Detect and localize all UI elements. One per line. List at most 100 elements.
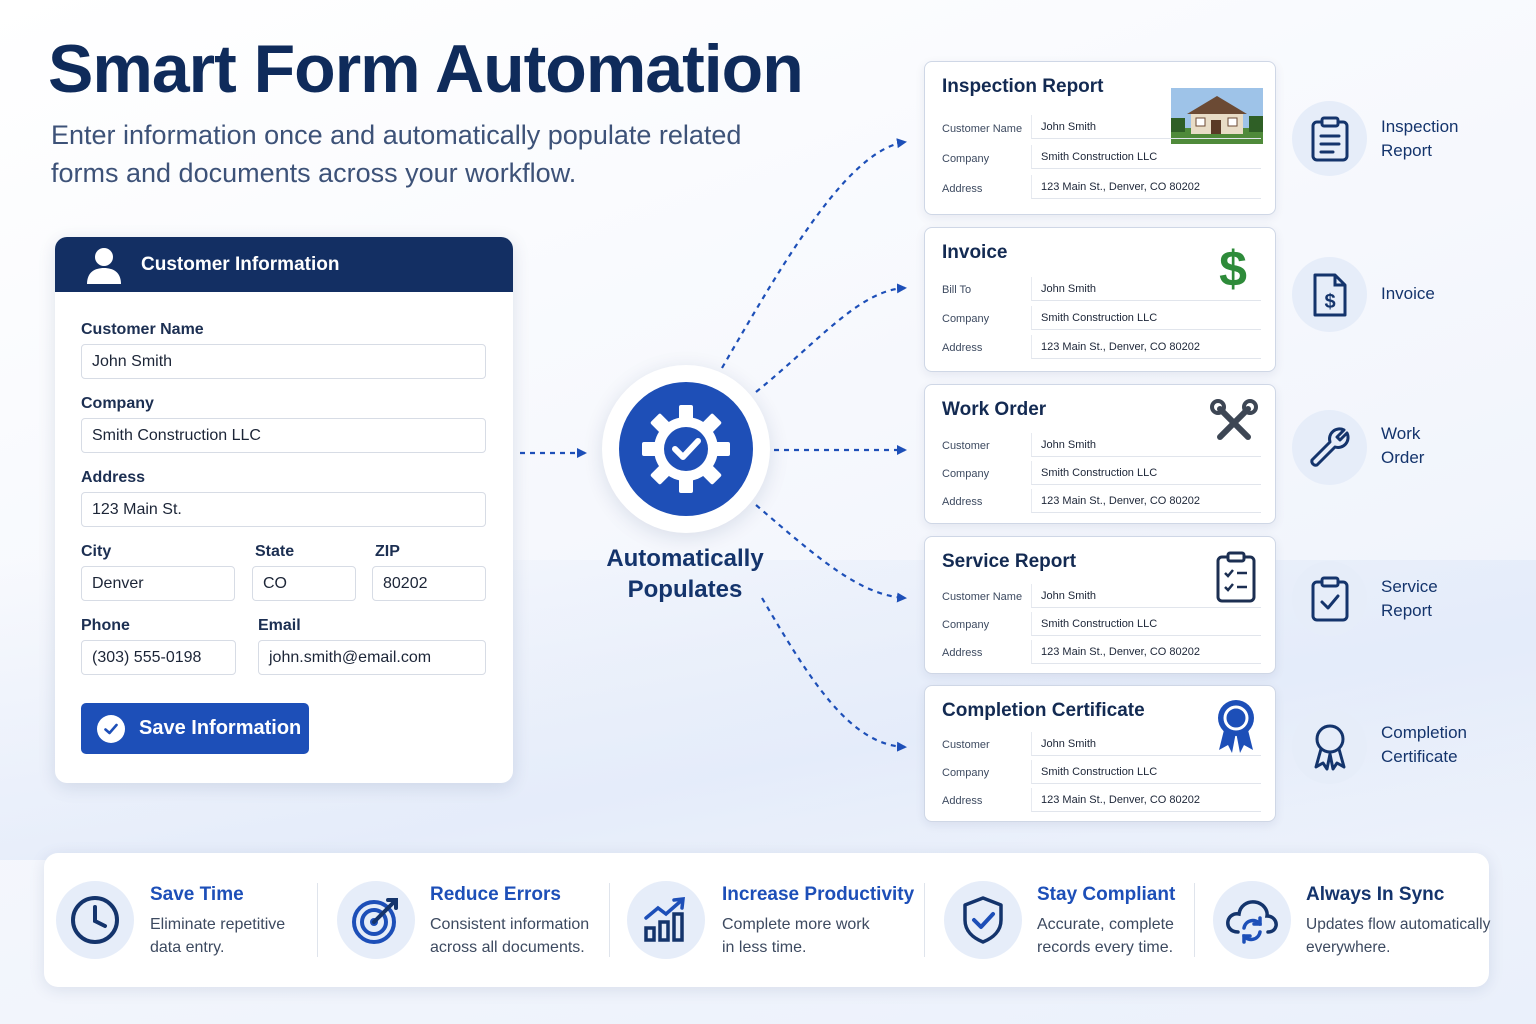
doc-row-label: Customer Name <box>942 123 1023 135</box>
doc-row-value: John Smith <box>1031 115 1261 139</box>
clock-icon-wrap <box>56 881 134 959</box>
email-input[interactable]: john.smith@email.com <box>258 640 486 675</box>
doc-row-label: Address <box>942 342 983 354</box>
side-label-invoice: Invoice <box>1381 282 1511 306</box>
doc-title: Invoice <box>942 242 1008 263</box>
benefit-title: Reduce Errors <box>430 884 561 905</box>
cloud-sync-icon <box>1226 900 1278 944</box>
doc-row-value: John Smith <box>1031 433 1261 457</box>
customer-name-input[interactable]: John Smith <box>81 344 486 379</box>
benefit-desc-line1: Updates flow automatically <box>1306 916 1491 933</box>
company-input[interactable]: Smith Construction LLC <box>81 418 486 453</box>
save-button-label: Save Information <box>139 717 302 739</box>
page-title: Smart Form Automation <box>48 31 804 107</box>
doc-row-value: 123 Main St., Denver, CO 80202 <box>1031 788 1261 812</box>
doc-row-value: Smith Construction LLC <box>1031 612 1261 636</box>
side-label-line2: Report <box>1381 141 1433 160</box>
doc-card-invoice[interactable]: Invoice $ Bill To John Smith Company Smi… <box>924 227 1276 372</box>
doc-row-value: John Smith <box>1031 584 1261 608</box>
phone-label: Phone <box>81 617 130 634</box>
wrench-icon <box>1309 426 1350 467</box>
benefit-stay-compliant: Stay Compliant Accurate, complete record… <box>944 853 1194 987</box>
benefit-title: Increase Productivity <box>722 884 915 905</box>
hub-label-line2: Populates <box>627 576 743 603</box>
side-label-line1: Work <box>1381 424 1421 443</box>
doc-card-work-order[interactable]: Work Order Customer John Smith Company S… <box>924 384 1276 524</box>
svg-text:$: $ <box>1324 291 1335 313</box>
zip-input[interactable]: 80202 <box>372 566 486 601</box>
shield-check-icon <box>963 896 1003 944</box>
clock-icon <box>71 896 119 944</box>
doc-row-label: Address <box>942 496 983 508</box>
benefit-desc-line2: records every time. <box>1037 939 1174 956</box>
email-label: Email <box>258 617 301 634</box>
doc-row-label: Company <box>942 767 990 779</box>
customer-name-label: Customer Name <box>81 321 204 338</box>
doc-row-label: Address <box>942 647 983 659</box>
side-label-completion-certificate: Completion Certificate <box>1381 721 1511 769</box>
doc-row-label: Customer Name <box>942 591 1023 603</box>
benefit-reduce-errors: Reduce Errors Consistent information acr… <box>337 853 607 987</box>
benefits-bar: Save Time Eliminate repetitive data entr… <box>44 853 1491 987</box>
hub-label-line1: Automatically <box>606 545 764 572</box>
city-input[interactable]: Denver <box>81 566 235 601</box>
divider <box>924 883 925 957</box>
doc-row-label: Customer <box>942 739 990 751</box>
doc-row-label: Company <box>942 153 990 165</box>
growth-chart-icon <box>644 897 685 942</box>
doc-title: Work Order <box>942 399 1047 420</box>
address-label: Address <box>81 469 146 486</box>
doc-title: Inspection Report <box>942 76 1104 97</box>
save-information-button[interactable]: Save Information <box>81 703 309 754</box>
doc-row-value: 123 Main St., Denver, CO 80202 <box>1031 335 1261 359</box>
customer-information-card: Customer Information Customer Name John … <box>55 237 513 783</box>
benefit-desc-line2: everywhere. <box>1306 939 1391 956</box>
gear-check-icon <box>642 405 730 493</box>
doc-row-value: John Smith <box>1031 277 1261 301</box>
divider <box>317 883 318 957</box>
benefit-desc-line1: Eliminate repetitive <box>150 916 286 933</box>
phone-input[interactable]: (303) 555-0198 <box>81 640 236 675</box>
benefit-desc-line2: data entry. <box>150 939 225 956</box>
doc-row-label: Address <box>942 795 983 807</box>
doc-row-label: Bill To <box>942 284 972 296</box>
doc-card-completion-certificate[interactable]: Completion Certificate Customer John Smi… <box>924 685 1276 822</box>
benefit-description: Consistent information across all docume… <box>430 913 610 959</box>
benefit-desc-line1: Complete more work <box>722 916 870 933</box>
check-icon <box>97 714 125 743</box>
side-label-line2: Order <box>1381 448 1425 467</box>
address-input[interactable]: 123 Main St. <box>81 492 486 527</box>
side-label-line1: Inspection <box>1381 117 1459 136</box>
side-label-line1: Service <box>1381 577 1438 596</box>
doc-row-value: Smith Construction LLC <box>1031 145 1261 169</box>
benefit-title: Stay Compliant <box>1037 884 1176 905</box>
benefit-desc-line1: Accurate, complete <box>1037 916 1174 933</box>
company-label: Company <box>81 395 154 412</box>
doc-card-service-report[interactable]: Service Report Customer Name John Smith … <box>924 536 1276 674</box>
doc-row-value: 123 Main St., Denver, CO 80202 <box>1031 175 1261 199</box>
doc-title: Service Report <box>942 551 1077 572</box>
doc-row-value: Smith Construction LLC <box>1031 306 1261 330</box>
doc-row-value: Smith Construction LLC <box>1031 760 1261 784</box>
cloud-sync-icon-wrap <box>1213 881 1291 959</box>
benefit-desc-line2: in less time. <box>722 939 807 956</box>
doc-card-inspection-report[interactable]: Inspection Report Customer Name John Smi… <box>924 61 1276 215</box>
benefit-description: Complete more work in less time. <box>722 913 902 959</box>
side-label-inspection-report: Inspection Report <box>1381 115 1511 163</box>
customer-card-header: Customer Information <box>55 237 513 292</box>
benefit-description: Eliminate repetitive data entry. <box>150 913 330 959</box>
doc-row-label: Company <box>942 468 990 480</box>
benefit-description: Updates flow automatically everywhere. <box>1306 913 1491 959</box>
clipboard-check-icon <box>1311 576 1348 621</box>
shield-icon-wrap <box>944 881 1022 959</box>
side-circle-inspection-report <box>1292 101 1367 176</box>
side-label-service-report: Service Report <box>1381 575 1511 623</box>
doc-row-label: Address <box>942 183 983 195</box>
doc-row-value: 123 Main St., Denver, CO 80202 <box>1031 489 1261 513</box>
side-circle-completion-certificate <box>1292 709 1367 784</box>
doc-title: Completion Certificate <box>942 700 1145 721</box>
doc-row-label: Company <box>942 313 990 325</box>
state-input[interactable]: CO <box>252 566 356 601</box>
person-icon <box>87 247 121 284</box>
side-circle-invoice: $ <box>1292 257 1367 332</box>
